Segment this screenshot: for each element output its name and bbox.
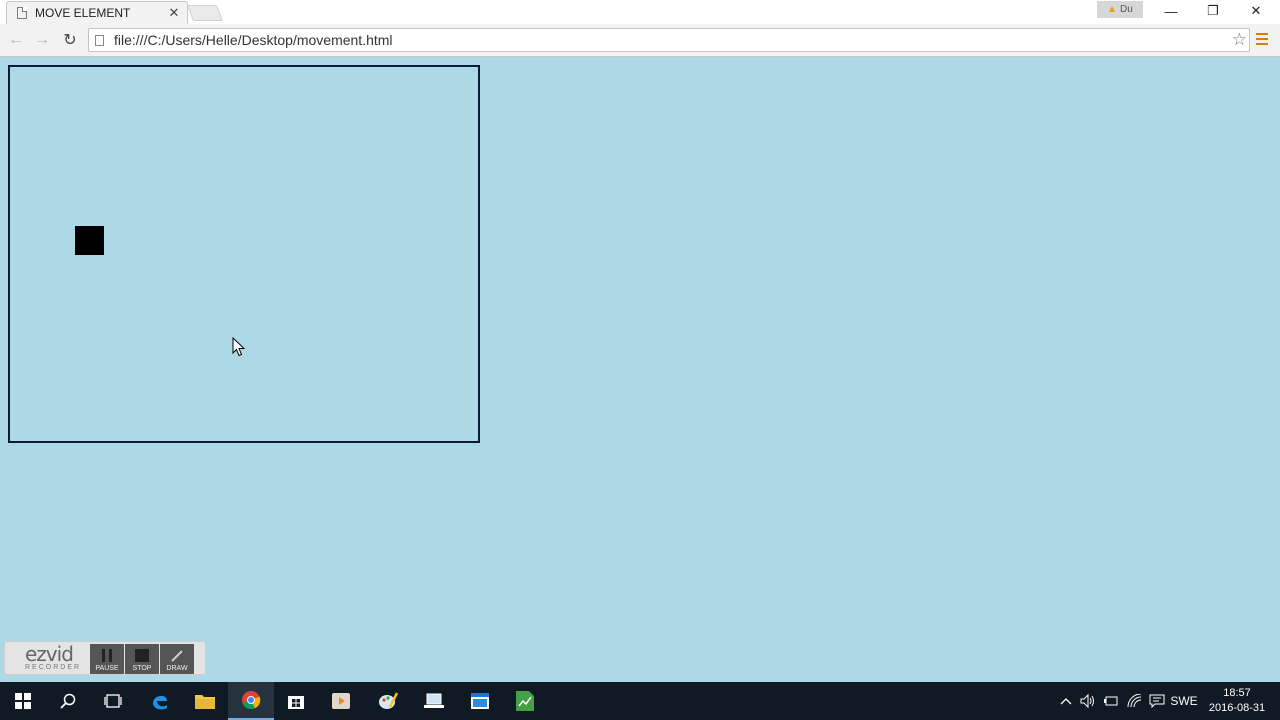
page-icon <box>95 34 104 46</box>
new-tab-button[interactable] <box>187 5 223 21</box>
pen-icon <box>171 650 183 662</box>
message-icon <box>1149 694 1165 708</box>
ezvid-recorder-widget: ezvid RECORDER PAUSE STOP DRAW <box>4 641 206 675</box>
media-icon <box>332 693 350 709</box>
browser-toolbar: ← → ↻ file:///C:/Users/Helle/Desktop/mov… <box>0 24 1280 57</box>
volume-icon <box>1080 694 1094 708</box>
folder-icon <box>195 695 215 709</box>
clock-time: 18:57 <box>1223 687 1251 699</box>
stop-icon <box>135 649 149 662</box>
movement-container <box>8 65 480 443</box>
tab-close-icon[interactable]: ✕ <box>167 5 181 21</box>
taskbar-file-explorer[interactable] <box>182 682 228 720</box>
search-button[interactable] <box>45 682 91 720</box>
page-icon <box>17 7 27 19</box>
address-bar[interactable]: file:///C:/Users/Helle/Desktop/movement.… <box>88 28 1250 52</box>
reload-button[interactable]: ↻ <box>59 29 81 51</box>
browser-menu-button[interactable] <box>1256 33 1268 47</box>
stop-label: STOP <box>132 665 152 672</box>
bookmark-star-icon[interactable]: ☆ <box>1232 30 1247 50</box>
clock-date: 2016-08-31 <box>1208 702 1266 714</box>
windows-taskbar: SWE 18:57 2016-08-31 <box>0 682 1280 720</box>
windows-icon <box>15 693 31 709</box>
pause-button[interactable]: PAUSE <box>90 644 124 674</box>
taskbar-spreadsheet[interactable] <box>502 682 548 720</box>
moving-element <box>75 226 104 255</box>
ezvid-logo: ezvid RECORDER <box>25 644 91 674</box>
ezvid-logo-text: ezvid <box>25 642 74 666</box>
forward-button[interactable]: → <box>31 29 53 51</box>
show-hidden-icons-button[interactable] <box>1058 682 1074 720</box>
laptop-icon <box>424 693 444 708</box>
network-button[interactable] <box>1124 682 1146 720</box>
back-button[interactable]: ← <box>5 29 27 51</box>
draw-button[interactable]: DRAW <box>160 644 194 674</box>
battery-button[interactable] <box>1100 682 1122 720</box>
window-icon <box>471 693 489 709</box>
taskbar-store[interactable] <box>273 682 319 720</box>
taskbar-paint[interactable] <box>365 682 411 720</box>
taskbar-window[interactable] <box>457 682 503 720</box>
volume-button[interactable] <box>1078 682 1098 720</box>
close-window-button[interactable]: ✕ <box>1235 0 1277 22</box>
draw-label: DRAW <box>166 665 188 672</box>
taskbar-chrome[interactable] <box>228 682 274 720</box>
paint-icon <box>379 692 398 709</box>
stop-button[interactable]: STOP <box>125 644 159 674</box>
mouse-cursor-icon <box>232 337 246 357</box>
pause-icon <box>102 649 112 662</box>
profile-label: Du <box>1120 4 1133 15</box>
search-icon <box>60 693 76 709</box>
taskbar-media[interactable] <box>318 682 364 720</box>
spreadsheet-icon <box>516 691 534 711</box>
taskbar-laptop[interactable] <box>411 682 457 720</box>
task-view-button[interactable] <box>90 682 136 720</box>
url-text[interactable]: file:///C:/Users/Helle/Desktop/movement.… <box>114 32 1232 48</box>
minimize-button[interactable]: — <box>1150 0 1192 22</box>
warning-icon: ▲ <box>1107 4 1118 15</box>
action-center-button[interactable] <box>1146 682 1168 720</box>
ezvid-logo-sub: RECORDER <box>25 664 82 671</box>
browser-titlebar: MOVE ELEMENT ✕ ▲ Du — ❐ ✕ <box>0 0 1280 24</box>
language-indicator[interactable]: SWE <box>1168 682 1200 720</box>
task-view-icon <box>104 694 122 708</box>
battery-icon <box>1104 696 1118 706</box>
tab-title: MOVE ELEMENT <box>35 6 131 20</box>
start-button[interactable] <box>0 682 46 720</box>
browser-tab[interactable]: MOVE ELEMENT ✕ <box>6 1 188 24</box>
store-icon <box>288 696 304 709</box>
chevron-up-icon <box>1060 698 1072 705</box>
wifi-icon <box>1127 694 1142 708</box>
chrome-icon <box>242 691 261 710</box>
restore-button[interactable]: ❐ <box>1192 0 1234 22</box>
profile-button[interactable]: ▲ Du <box>1097 1 1143 18</box>
edge-icon <box>153 695 167 710</box>
pause-label: PAUSE <box>95 665 119 672</box>
taskbar-clock[interactable]: 18:57 2016-08-31 <box>1200 686 1274 716</box>
taskbar-edge[interactable] <box>137 682 183 720</box>
